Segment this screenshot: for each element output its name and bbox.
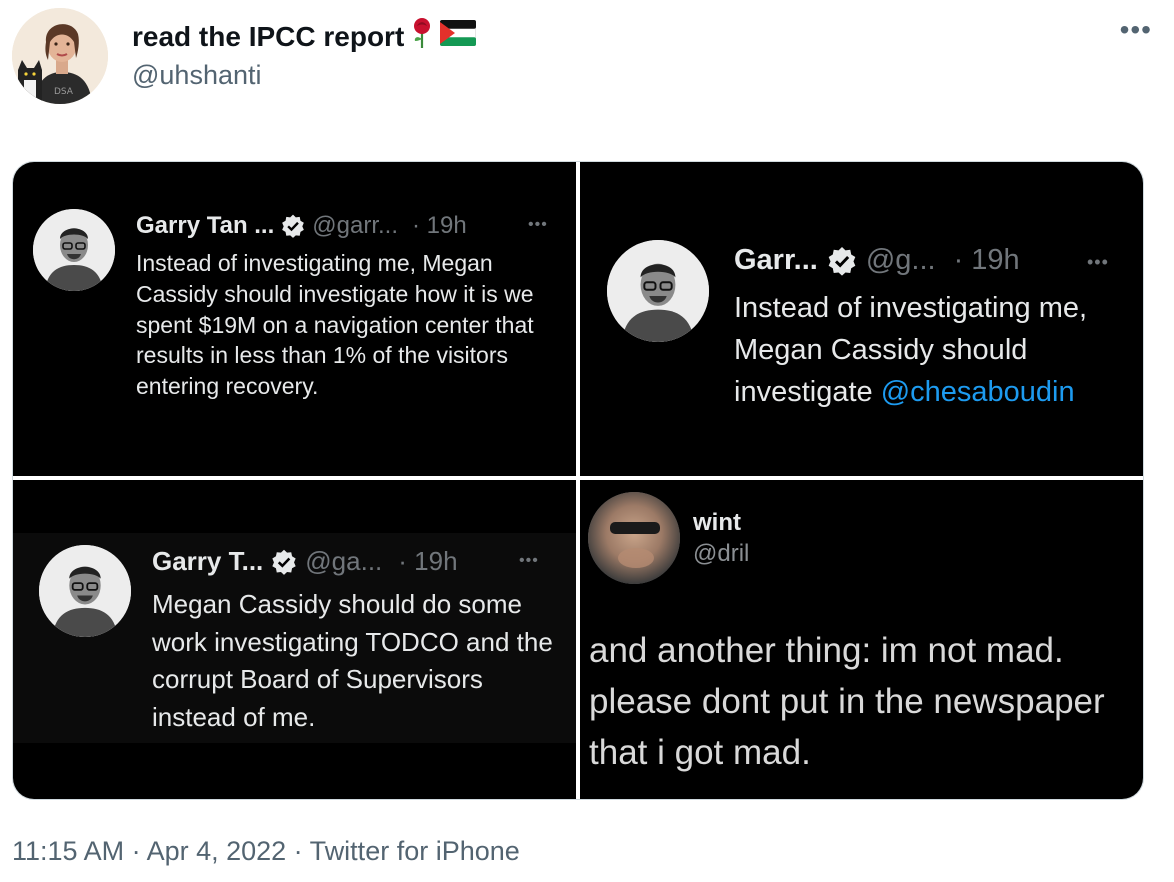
display-name-text: read the IPCC report bbox=[132, 20, 405, 52]
garry-avatar bbox=[33, 209, 115, 291]
tweet-card: DSA read the IPCC report @uhshanti ••• G… bbox=[0, 0, 1174, 882]
inner-more-icon: ••• bbox=[528, 216, 548, 233]
tweet-timestamp[interactable]: 11:15 AM · Apr 4, 2022 · Twitter for iPh… bbox=[12, 836, 520, 867]
inner-tweet-text: Instead of investigating me, Megan Cassi… bbox=[136, 250, 534, 400]
more-options-icon[interactable]: ••• bbox=[1120, 14, 1152, 46]
inner-display-name: Garr... bbox=[734, 244, 818, 276]
media-image-4[interactable]: wint @dril and another thing: im not mad… bbox=[580, 480, 1143, 799]
media-image-1[interactable]: Garry Tan ... @garr... · 19h ••• Instead… bbox=[13, 162, 576, 476]
text-line: please dont put in the newspaper bbox=[589, 681, 1105, 721]
inner-display-name: wint bbox=[693, 509, 741, 536]
tweet-header: Garry Tan ... @garr... · 19h bbox=[136, 212, 467, 240]
media-grid: Garry Tan ... @garr... · 19h ••• Instead… bbox=[12, 161, 1144, 800]
tweet-header: Garr... @g... · 19h bbox=[734, 244, 1020, 277]
verified-icon bbox=[280, 213, 306, 239]
author-handle[interactable]: @uhshanti bbox=[132, 60, 262, 91]
mention-link: @chesaboudin bbox=[880, 376, 1075, 409]
inner-tweet-text: and another thing: im not mad. please do… bbox=[589, 626, 1143, 778]
media-image-3[interactable]: Garry T... @ga... · 19h ••• Megan Cassid… bbox=[13, 480, 576, 799]
garry-avatar bbox=[607, 240, 709, 342]
inner-timestamp: · 19h bbox=[412, 212, 467, 239]
inner-more-icon: ••• bbox=[519, 552, 539, 569]
author-display-name[interactable]: read the IPCC report bbox=[132, 17, 477, 56]
inner-timestamp: · 19h bbox=[953, 244, 1020, 276]
svg-text:DSA: DSA bbox=[54, 87, 74, 97]
garry-avatar bbox=[39, 545, 131, 637]
inner-tweet-text: Megan Cassidy should do some work invest… bbox=[152, 589, 553, 733]
text-line: that i got mad. bbox=[589, 732, 811, 772]
verified-icon bbox=[270, 548, 298, 576]
rose-icon bbox=[410, 17, 434, 56]
author-avatar[interactable]: DSA bbox=[12, 8, 108, 104]
palestine-flag-icon bbox=[439, 19, 477, 53]
inner-display-name: Garry T... bbox=[152, 546, 264, 576]
inner-display-name: Garry Tan ... bbox=[136, 212, 275, 239]
tweet-header: Garry T... @ga... · 19h bbox=[152, 546, 458, 577]
inner-tweet-text: Instead of investigating me, Megan Cassi… bbox=[734, 287, 1134, 413]
inner-timestamp: · 19h bbox=[398, 546, 458, 576]
inner-handle: @ga... bbox=[305, 546, 383, 576]
inner-handle: @garr... bbox=[312, 212, 399, 239]
inner-more-icon: ••• bbox=[1087, 252, 1109, 272]
inner-handle: @g... bbox=[865, 244, 936, 276]
verified-icon bbox=[826, 245, 858, 277]
wint-avatar bbox=[588, 492, 680, 584]
media-image-2[interactable]: Garr... @g... · 19h ••• Instead of inves… bbox=[580, 162, 1143, 476]
inner-handle: @dril bbox=[693, 540, 750, 567]
text-line: and another thing: im not mad. bbox=[589, 631, 1064, 670]
